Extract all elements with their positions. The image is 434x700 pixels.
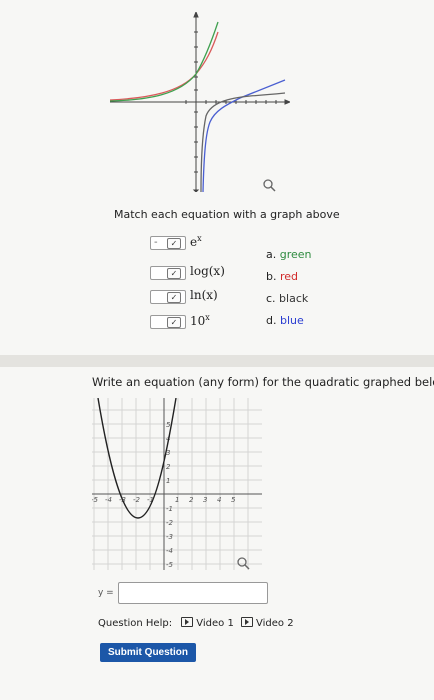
equation-label-3: ln(x) [190, 288, 218, 302]
matching-instruction: Match each equation with a graph above [114, 208, 340, 221]
video1-label: Video 1 [196, 618, 234, 629]
video-icon [181, 617, 194, 627]
equation-select-3[interactable]: ✓ [150, 290, 186, 304]
option-a: a. green [266, 248, 312, 261]
video2-label: Video 2 [256, 618, 294, 629]
select-value: - [154, 237, 158, 248]
equation-exponent: x [205, 313, 210, 322]
option-color: red [279, 270, 299, 283]
submit-question-button[interactable]: Submit Question [100, 643, 196, 662]
option-color: green [279, 248, 312, 261]
question-help: Question Help: Video 1 Video 2 [98, 617, 294, 629]
equation-base: 10 [190, 314, 206, 328]
y-tick-label: -3 [166, 533, 173, 541]
equation-label-4: 10x [190, 313, 210, 328]
answer-label: y = [98, 588, 114, 598]
chevron-down-icon: ✓ [167, 268, 181, 279]
chevron-down-icon: ✓ [167, 292, 181, 303]
option-d: d. blue [266, 314, 304, 327]
y-tick-label: -1 [166, 505, 173, 513]
question-help-label: Question Help: [98, 618, 173, 629]
quadratic-graph: -5-4-3-2-112345 54321-1-2-3-4-5 [92, 398, 262, 570]
equation-select-2[interactable]: ✓ [150, 266, 186, 280]
y-tick-label: -4 [166, 547, 173, 555]
option-color: blue [279, 314, 304, 327]
equation-label-1: ex [190, 234, 202, 249]
x-tick-label: 5 [231, 496, 236, 504]
option-letter: a. [266, 248, 277, 261]
x-tick-label: -5 [92, 496, 99, 504]
y-tick-label: 1 [166, 477, 170, 485]
option-c: c. black [266, 292, 308, 305]
option-letter: b. [266, 270, 277, 283]
x-tick-label: 1 [175, 496, 179, 504]
function-graphs [110, 12, 290, 192]
equation-exponent: x [197, 234, 202, 243]
red-curve [110, 31, 219, 101]
answer-input[interactable] [118, 582, 268, 604]
equation-label-2: log(x) [190, 264, 225, 278]
equation-select-1[interactable]: - ✓ [150, 236, 186, 250]
y-tick-label: -2 [166, 519, 174, 527]
video-icon [241, 617, 254, 627]
chevron-down-icon: ✓ [167, 238, 181, 249]
video2-link[interactable]: Video 2 [241, 617, 294, 629]
quadratic-instruction: Write an equation (any form) for the qua… [92, 375, 434, 389]
equation-select-4[interactable]: ✓ [150, 315, 186, 329]
option-letter: d. [266, 314, 277, 327]
magnifier-icon[interactable] [262, 178, 276, 192]
x-tick-label: -4 [105, 496, 112, 504]
y-tick-label: 2 [166, 463, 171, 471]
x-tick-label: 3 [203, 496, 207, 504]
x-tick-label: 4 [217, 496, 221, 504]
option-color: black [279, 292, 309, 305]
video1-link[interactable]: Video 1 [181, 617, 234, 629]
y-tick-label: -5 [166, 561, 174, 569]
green-curve [110, 21, 219, 102]
panel-divider [0, 355, 434, 367]
option-letter: c. [266, 292, 276, 305]
magnifier-icon[interactable] [236, 556, 250, 570]
option-b: b. red [266, 270, 298, 283]
chevron-down-icon: ✓ [167, 317, 181, 328]
x-tick-label: -2 [133, 496, 141, 504]
x-tick-label: 2 [189, 496, 194, 504]
